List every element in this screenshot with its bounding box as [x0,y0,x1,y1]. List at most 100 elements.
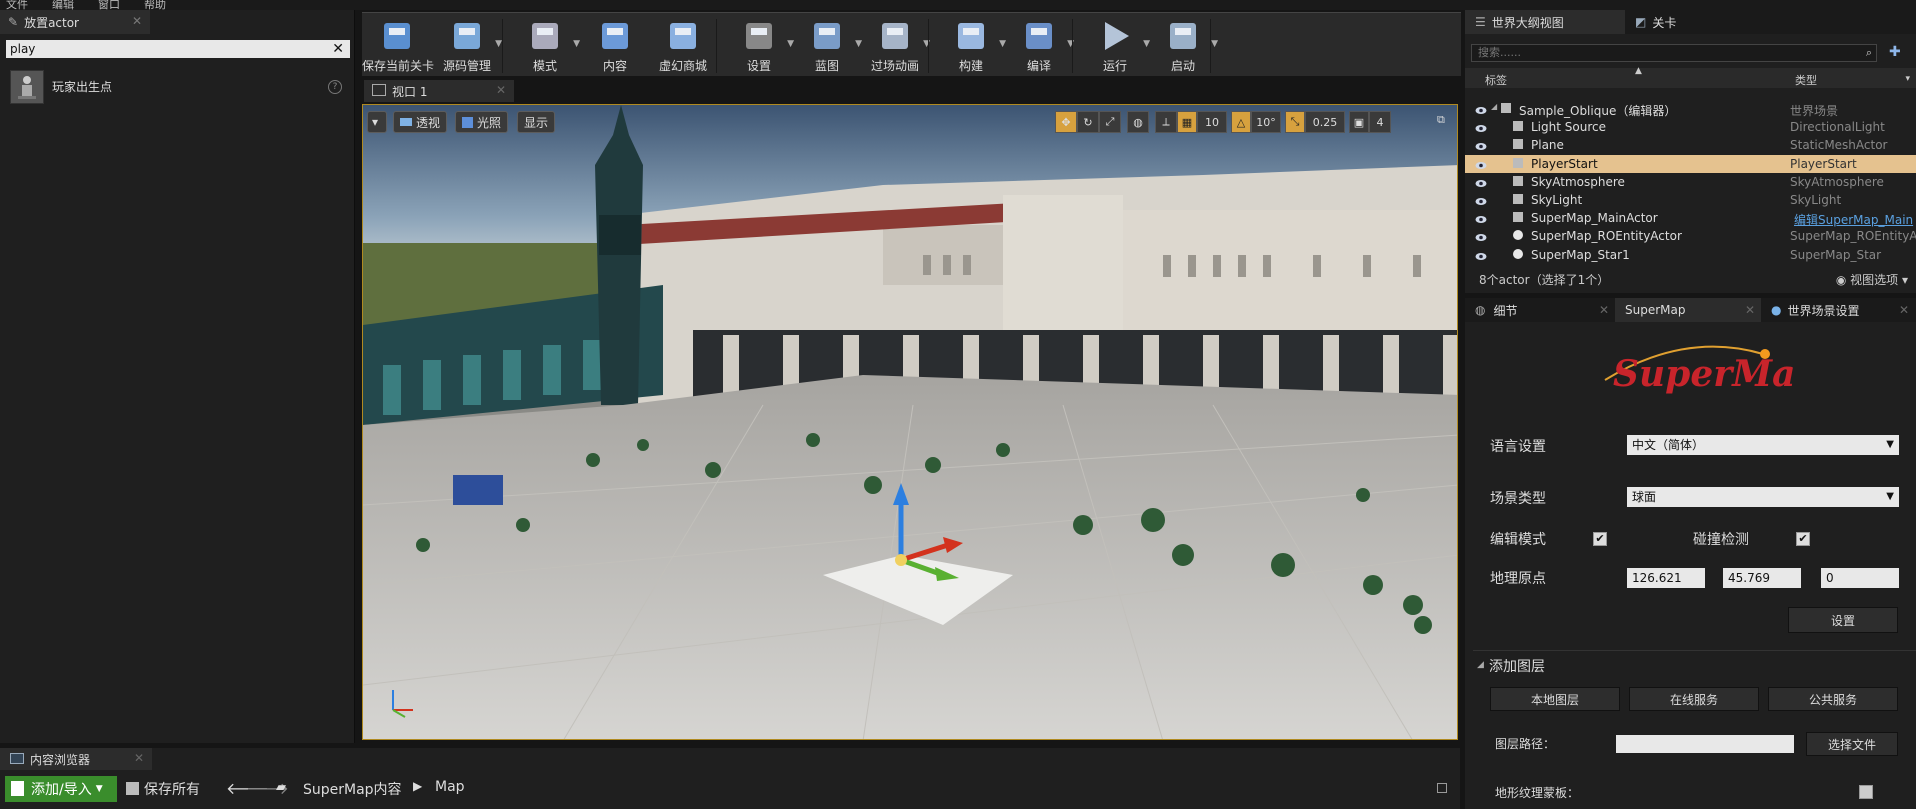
visibility-eye-icon[interactable] [1475,122,1487,133]
world-local-icon[interactable]: ◍ [1127,111,1149,133]
chevron-down-icon[interactable]: ▼ [1211,39,1218,49]
view-options-button[interactable]: ◉ 视图选项 ▾ [1836,271,1908,288]
player-start-item[interactable]: 玩家出生点 ? [8,70,348,106]
place-actor-search-input[interactable]: play ✕ [6,40,350,58]
geo-origin-x-input[interactable]: 126.621 [1627,568,1705,588]
outliner-row[interactable]: PlayerStart PlayerStart [1465,154,1916,173]
select-file-button[interactable]: 选择文件 [1806,732,1898,756]
menu-file[interactable]: 文件 [6,0,28,10]
chevron-down-icon[interactable]: ▼ [495,39,502,49]
lit-button[interactable]: 光照 [455,111,509,133]
outliner-row[interactable]: SuperMap_Star1 SuperMap_Star [1465,246,1916,264]
camera-speed-value[interactable]: 4 [1369,111,1391,133]
path-leaf[interactable]: Map [435,779,465,795]
toolbar-save-button[interactable]: 保存当前关卡 [362,17,434,75]
visibility-eye-icon[interactable] [1475,231,1487,242]
language-select[interactable]: 中文（简体） ▼ [1627,435,1899,455]
camera-speed-icon[interactable]: ▣ [1349,111,1369,133]
visibility-eye-icon[interactable] [1475,140,1487,151]
level-viewport[interactable]: ▾ 透视 光照 显示 ✥ ↻ ⤢ ◍ ⟂ ▦ 10 △ 10° ⤡ 0.25 ▣… [362,104,1458,740]
close-icon[interactable]: ✕ [1745,303,1755,317]
viewport-tab[interactable]: 视口 1 ✕ [364,80,514,102]
edit-mode-checkbox[interactable]: ✔ [1593,532,1607,546]
place-actor-tab[interactable]: ✎ 放置actor ✕ [0,10,150,34]
visibility-eye-icon[interactable] [1475,177,1487,187]
visibility-eye-icon[interactable] [1475,213,1487,224]
menu-help[interactable]: 帮助 [144,0,166,10]
tab-supermap[interactable]: SuperMap ✕ [1615,298,1761,322]
add-import-button[interactable]: 添加/导入 ▼ [5,776,117,802]
public-service-button[interactable]: 公共服务 [1768,687,1898,711]
grid-snap-value[interactable]: 10 [1197,111,1227,133]
column-type[interactable]: 类型 [1795,72,1817,88]
menu-window[interactable]: 窗口 [98,0,120,10]
chevron-down-icon[interactable]: ▾ [1905,74,1910,84]
geo-origin-z-input[interactable]: 0 [1821,568,1899,588]
toolbar-cinematics-button[interactable]: 过场动画 ▼ [860,17,930,75]
scale-tool-icon[interactable]: ⤢ [1099,111,1121,133]
scale-snap-icon[interactable]: ⤡ [1285,111,1305,133]
outliner-row[interactable]: SkyLight SkyLight [1465,191,1916,209]
layer-path-input[interactable] [1616,735,1794,753]
local-layer-button[interactable]: 本地图层 [1490,687,1620,711]
toolbar-compile-button[interactable]: 编译 ▼ [1004,17,1074,75]
surface-snap-icon[interactable]: ⟂ [1155,111,1177,133]
tab-content-browser[interactable]: 内容浏览器 ✕ [0,748,152,770]
visibility-eye-icon[interactable] [1475,159,1487,169]
maximize-viewport-icon[interactable]: ⧉ [1437,113,1445,127]
lock-icon[interactable] [1437,783,1447,793]
outliner-row[interactable]: SuperMap_MainActor 编辑SuperMap_Main [1465,209,1916,227]
outliner-search-input[interactable]: 搜索...... ⌕ [1471,44,1877,62]
outliner-row[interactable]: Light Source DirectionalLight [1465,118,1916,136]
clear-search-icon[interactable]: ✕ [332,41,344,57]
perspective-button[interactable]: 透视 [393,111,448,133]
expand-icon[interactable]: ◢ [1491,102,1497,111]
path-root[interactable]: SuperMap内容 [303,779,402,799]
outliner-row[interactable]: ◢ Sample_Oblique（编辑器） 世界场景 [1465,100,1916,118]
geo-origin-y-input[interactable]: 45.769 [1723,568,1801,588]
visibility-eye-icon[interactable] [1475,250,1487,260]
tab-world-settings[interactable]: ● 世界场景设置 ✕ [1761,298,1915,322]
chevron-down-icon[interactable]: ▼ [573,39,580,49]
terrain-mask-checkbox[interactable] [1859,785,1873,799]
save-all-button[interactable]: 保存所有 [124,776,220,802]
toolbar-content-button[interactable]: 内容 [580,17,650,75]
collapse-icon[interactable]: ◢ [1477,660,1484,670]
show-button[interactable]: 显示 [517,111,556,133]
close-icon[interactable]: ✕ [1899,303,1909,317]
close-icon[interactable]: ✕ [1599,303,1609,317]
column-label[interactable]: 标签 [1485,72,1507,88]
visibility-eye-icon[interactable] [1475,104,1487,114]
outliner-row[interactable]: SuperMap_ROEntityActor SuperMap_ROEntityA… [1465,227,1916,245]
toolbar-marketplace-button[interactable]: 虚幻商城 [648,17,718,75]
collision-checkbox[interactable]: ✔ [1796,532,1810,546]
help-icon[interactable]: ? [328,80,342,94]
toolbar-launch-button[interactable]: 启动 ▼ [1148,17,1218,75]
tab-details[interactable]: ◍ 细节 ✕ [1465,298,1615,322]
scene-type-select[interactable]: 球面 ▼ [1627,487,1899,507]
toolbar-modes-button[interactable]: 模式 ▼ [510,17,580,75]
translate-tool-icon[interactable]: ✥ [1055,111,1077,133]
toolbar-build-button[interactable]: 构建 ▼ [936,17,1006,75]
viewport-options-button[interactable]: ▾ [367,111,387,133]
toolbar-play-button[interactable]: 运行 ▼ [1080,17,1150,75]
setup-button[interactable]: 设置 [1788,607,1898,633]
toolbar-source-control-button[interactable]: 源码管理 ▼ [432,17,502,75]
rotation-snap-value[interactable]: 10° [1251,111,1281,133]
rotate-tool-icon[interactable]: ↻ [1077,111,1099,133]
rotation-snap-icon[interactable]: △ [1231,111,1251,133]
toolbar-blueprint-button[interactable]: 蓝图 ▼ [792,17,862,75]
tab-world-outliner[interactable]: ☰ 世界大纲视图 [1465,10,1625,34]
online-service-button[interactable]: 在线服务 [1629,687,1759,711]
outliner-row[interactable]: SkyAtmosphere SkyAtmosphere [1465,173,1916,191]
toolbar-settings-button[interactable]: 设置 ▼ [724,17,794,75]
close-icon[interactable]: ✕ [132,14,142,28]
close-icon[interactable]: ✕ [134,751,144,765]
visibility-eye-icon[interactable] [1475,195,1487,205]
grid-snap-icon[interactable]: ▦ [1177,111,1197,133]
outliner-row-type[interactable]: 编辑SuperMap_Main [1794,211,1913,228]
outliner-row[interactable]: Plane StaticMeshActor [1465,136,1916,154]
scale-snap-value[interactable]: 0.25 [1305,111,1345,133]
close-icon[interactable]: ✕ [496,83,506,97]
tab-levels[interactable]: ◩ 关卡 [1625,10,1686,34]
